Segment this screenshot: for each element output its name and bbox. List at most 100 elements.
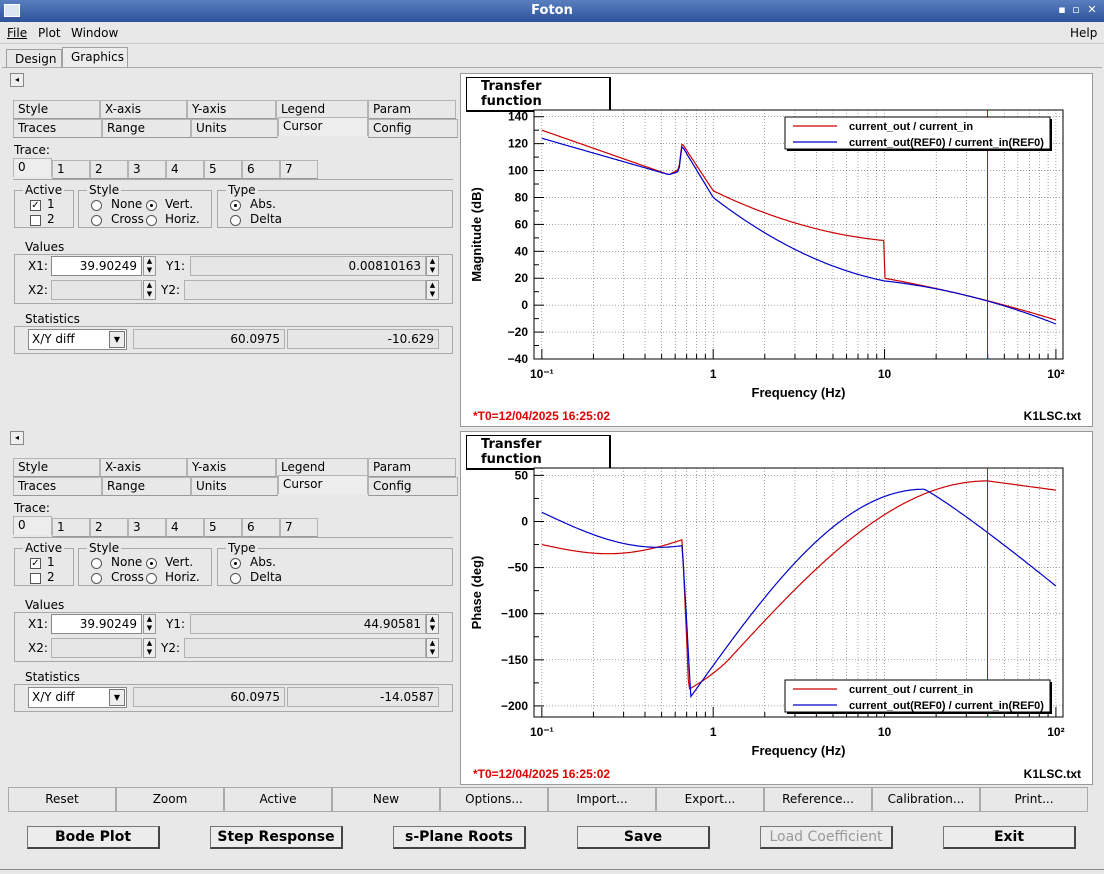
action-calibration-button[interactable]: Calibration... (872, 787, 980, 812)
menu-plot[interactable]: Plot (38, 26, 61, 40)
expand-button[interactable]: ◂ (10, 431, 24, 445)
tab-cursor[interactable]: Cursor (278, 475, 368, 494)
menu-help[interactable]: Help (1070, 26, 1097, 40)
trace-tab-3[interactable]: 3 (128, 518, 166, 537)
y-tick-label: −200 (501, 699, 528, 713)
y1-label: Y1: (166, 259, 186, 273)
trace-tab-1[interactable]: 1 (52, 160, 90, 179)
trace-tab-1[interactable]: 1 (52, 518, 90, 537)
bode-plot-button[interactable]: Bode Plot (27, 826, 160, 849)
style-label: Style (87, 541, 122, 555)
tab-param[interactable]: Param (368, 458, 456, 477)
values-label: Values (23, 240, 67, 254)
tab-y-axis[interactable]: Y-axis (187, 458, 276, 477)
style-none-radio[interactable] (91, 558, 102, 569)
trace-tab-3[interactable]: 3 (128, 160, 166, 179)
active-checkbox-1[interactable]: ✓ (30, 558, 41, 569)
expand-button[interactable]: ◂ (10, 73, 24, 87)
style-none-radio[interactable] (91, 200, 102, 211)
trace-tab-5[interactable]: 5 (204, 518, 242, 537)
tab-style[interactable]: Style (13, 100, 100, 119)
x1-label: X1: (28, 617, 48, 631)
stat-y-field: -10.629 (287, 329, 439, 349)
trace-tab-7[interactable]: 7 (280, 518, 318, 537)
tab-y-axis[interactable]: Y-axis (187, 100, 276, 119)
action-options-button[interactable]: Options... (440, 787, 548, 812)
type-abs-radio[interactable] (230, 200, 241, 211)
style-horiz-radio[interactable] (146, 573, 157, 584)
tab-graphics[interactable]: Graphics (62, 47, 128, 67)
x-tick-label: 10⁻¹ (530, 367, 554, 381)
action-import-button[interactable]: Import... (548, 787, 656, 812)
tab-cursor[interactable]: Cursor (278, 117, 368, 136)
chevron-down-icon[interactable]: ▼ (109, 331, 125, 348)
active-1-label: 1 (47, 555, 55, 569)
action-reset-button[interactable]: Reset (8, 787, 116, 812)
tab-design[interactable]: Design (6, 49, 62, 68)
trace-tab-6[interactable]: 6 (242, 160, 280, 179)
statistics-mode-select[interactable]: X/Y diff ▼ (28, 687, 127, 708)
plot-panel-phase[interactable]: Transfer function 50 0 −50 −100 −150 −200 10⁻¹ 1… (460, 431, 1093, 785)
tab-param[interactable]: Param (368, 100, 456, 119)
active-label: Active (23, 541, 65, 555)
tab-range[interactable]: Range (102, 477, 191, 496)
tab-style[interactable]: Style (13, 458, 100, 477)
chevron-down-icon[interactable]: ▼ (109, 689, 125, 706)
action-reference-button[interactable]: Reference... (764, 787, 872, 812)
x1-field[interactable]: 39.90249 (51, 256, 142, 276)
plot-canvas[interactable]: 50 0 −50 −100 −150 −20010⁻¹ 1 10 10² Frequency (H… (461, 432, 1092, 784)
trace-tab-0[interactable]: 0 (13, 516, 52, 535)
action-new-button[interactable]: New (332, 787, 440, 812)
style-vert-radio[interactable] (146, 558, 157, 569)
tab-x-axis[interactable]: X-axis (100, 458, 187, 477)
step-response-button[interactable]: Step Response (210, 826, 343, 849)
menu-file[interactable]: File (7, 26, 27, 40)
menu-window[interactable]: Window (71, 26, 118, 40)
active-checkbox-1[interactable]: ✓ (30, 200, 41, 211)
action-zoom-button[interactable]: Zoom (116, 787, 224, 812)
trace-tab-7[interactable]: 7 (280, 160, 318, 179)
trace-tab-2[interactable]: 2 (90, 160, 128, 179)
type-delta-radio[interactable] (230, 215, 241, 226)
x1-field[interactable]: 39.90249 (51, 614, 142, 634)
s-plane-roots-button[interactable]: s-Plane Roots (393, 826, 526, 849)
statistics-mode-select[interactable]: X/Y diff ▼ (28, 329, 127, 350)
tab-range[interactable]: Range (102, 119, 191, 138)
tab-traces[interactable]: Traces (13, 119, 102, 138)
style-cross-radio[interactable] (91, 573, 102, 584)
trace-tab-2[interactable]: 2 (90, 518, 128, 537)
trace-tab-0[interactable]: 0 (13, 158, 52, 177)
type-abs-radio[interactable] (230, 558, 241, 569)
style-vert-radio[interactable] (146, 200, 157, 211)
tab-x-axis[interactable]: X-axis (100, 100, 187, 119)
action-export-button[interactable]: Export... (656, 787, 764, 812)
trace-tab-6[interactable]: 6 (242, 518, 280, 537)
x1-spinner[interactable]: ▲ ▼ (143, 614, 156, 634)
y-tick-label: −40 (508, 352, 529, 366)
trace-tab-5[interactable]: 5 (204, 160, 242, 179)
type-delta-label: Delta (250, 212, 283, 226)
action-print-button[interactable]: Print... (980, 787, 1088, 812)
type-delta-radio[interactable] (230, 573, 241, 584)
save-button[interactable]: Save (577, 826, 710, 849)
x1-spinner[interactable]: ▲ ▼ (143, 256, 156, 276)
plot-canvas[interactable]: 140 120 100 80 60 40 20 0 −20 −4010⁻¹ 1 10 10² Freque… (461, 74, 1092, 426)
tab-units[interactable]: Units (191, 477, 278, 496)
tab-traces[interactable]: Traces (13, 477, 102, 496)
cursor-panel-bottom: ◂ Style X-axis Y-axis Legend Param Traces Range… (0, 428, 460, 786)
style-horiz-radio[interactable] (146, 215, 157, 226)
style-cross-radio[interactable] (91, 215, 102, 226)
tab-config[interactable]: Config (368, 119, 458, 138)
exit-button[interactable]: Exit (943, 826, 1076, 849)
active-checkbox-2[interactable] (30, 215, 41, 226)
active-checkbox-2[interactable] (30, 573, 41, 584)
x-axis-label: Frequency (Hz) (752, 385, 846, 400)
plot-panel-magnitude[interactable]: Transfer function 140 120 100 80 60 40 20 0 −20 −4… (460, 73, 1093, 427)
trace-tab-4[interactable]: 4 (166, 518, 204, 537)
maximize-icon[interactable]: ▫ (1068, 3, 1084, 16)
trace-tab-4[interactable]: 4 (166, 160, 204, 179)
close-icon[interactable]: ✕ (1084, 3, 1100, 16)
tab-config[interactable]: Config (368, 477, 458, 496)
action-active-button[interactable]: Active (224, 787, 332, 812)
tab-units[interactable]: Units (191, 119, 278, 138)
